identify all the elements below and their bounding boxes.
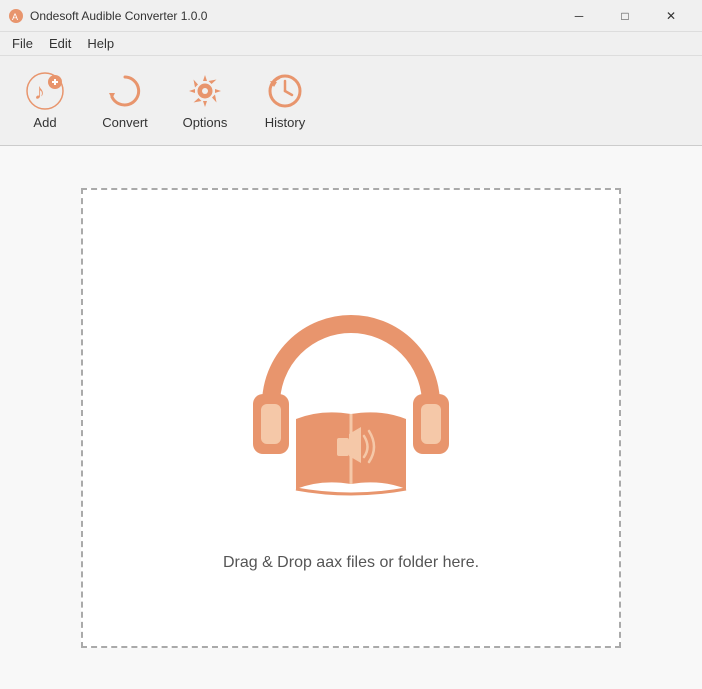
convert-label: Convert	[102, 115, 148, 130]
close-button[interactable]: ✕	[648, 0, 694, 32]
menu-bar: File Edit Help	[0, 32, 702, 56]
drop-zone-text: Drag & Drop aax files or folder here.	[223, 554, 479, 572]
toolbar: ♪ Add Convert	[0, 56, 702, 146]
drop-zone[interactable]: Drag & Drop aax files or folder here.	[81, 188, 621, 648]
convert-icon	[105, 71, 145, 111]
main-content: Drag & Drop aax files or folder here.	[0, 146, 702, 689]
convert-button[interactable]: Convert	[90, 63, 160, 138]
add-icon: ♪	[25, 71, 65, 111]
title-bar: A Ondesoft Audible Converter 1.0.0 ─ □ ✕	[0, 0, 702, 32]
maximize-button[interactable]: □	[602, 0, 648, 32]
menu-file[interactable]: File	[4, 34, 41, 53]
svg-text:♪: ♪	[34, 79, 45, 104]
history-button[interactable]: History	[250, 63, 320, 138]
options-label: Options	[183, 115, 228, 130]
window-title: Ondesoft Audible Converter 1.0.0	[30, 9, 207, 23]
menu-help[interactable]: Help	[79, 34, 122, 53]
title-bar-left: A Ondesoft Audible Converter 1.0.0	[8, 8, 207, 24]
history-label: History	[265, 115, 305, 130]
add-button[interactable]: ♪ Add	[10, 63, 80, 138]
history-icon	[265, 71, 305, 111]
svg-text:A: A	[12, 12, 18, 22]
window-controls: ─ □ ✕	[556, 0, 694, 32]
options-button[interactable]: Options	[170, 63, 240, 138]
options-icon	[185, 71, 225, 111]
minimize-button[interactable]: ─	[556, 0, 602, 32]
app-icon: A	[8, 8, 24, 24]
menu-edit[interactable]: Edit	[41, 34, 79, 53]
drop-zone-illustration	[221, 264, 481, 524]
add-label: Add	[33, 115, 56, 130]
